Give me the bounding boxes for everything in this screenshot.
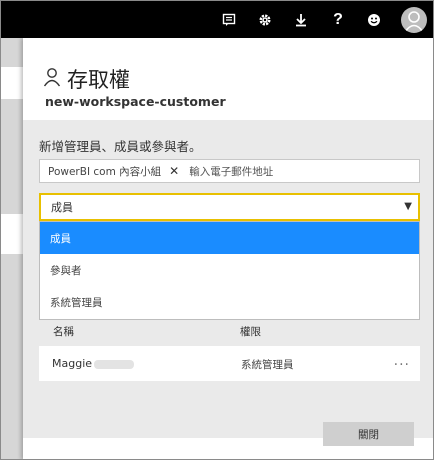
person-icon <box>43 67 61 91</box>
member-permission: 系統管理員 <box>241 359 294 371</box>
background-row <box>1 214 23 254</box>
access-form: 新增管理員、成員或參與者。 PowerBI com 內容小組 ✕ 輸入電子郵件地… <box>23 120 433 438</box>
top-header-bar: ? <box>1 1 433 38</box>
panel-title-row: 存取權 <box>43 64 130 94</box>
role-option-contributor[interactable]: 參與者 <box>40 254 419 286</box>
email-chip: PowerBI com 內容小組 <box>48 165 162 178</box>
panel-title: 存取權 <box>67 68 130 92</box>
role-option-admin[interactable]: 系統管理員 <box>40 286 419 318</box>
download-icon <box>295 13 307 27</box>
background-page <box>1 38 23 459</box>
account-button[interactable] <box>396 1 432 38</box>
gear-icon <box>258 13 272 27</box>
chevron-down-icon: ▼ <box>404 201 412 212</box>
access-panel: 存取權 new-workspace-customer 新增管理員、成員或參與者。… <box>23 38 433 459</box>
role-select-value: 成員 <box>51 201 73 214</box>
download-button[interactable] <box>283 1 319 38</box>
add-members-label: 新增管理員、成員或參與者。 <box>39 139 202 154</box>
workspace-name: new-workspace-customer <box>45 94 226 109</box>
help-button[interactable]: ? <box>320 1 356 38</box>
window: ? 存取權 new-workspace-customer 新增管理員、成員或參與… <box>0 0 434 460</box>
feedback-button[interactable] <box>211 1 247 38</box>
smiley-icon <box>367 13 381 27</box>
close-button[interactable]: 關閉 <box>323 422 414 446</box>
more-options-button[interactable]: ... <box>394 353 410 369</box>
user-avatar-icon <box>401 6 427 33</box>
role-dropdown-list: 成員 參與者 系統管理員 <box>39 221 420 320</box>
feedback-smiley-button[interactable] <box>356 1 392 38</box>
feedback-icon <box>222 13 236 27</box>
role-option-member[interactable]: 成員 <box>40 222 419 254</box>
redacted-text <box>94 359 135 369</box>
background-row <box>1 67 23 99</box>
column-header-name: 名稱 <box>53 326 74 338</box>
remove-chip-button[interactable]: ✕ <box>169 164 179 178</box>
email-placeholder: 輸入電子郵件地址 <box>189 165 274 178</box>
email-input[interactable]: PowerBI com 內容小組 ✕ 輸入電子郵件地址 <box>39 159 420 183</box>
member-name: Maggie <box>52 357 135 370</box>
settings-button[interactable] <box>247 1 283 38</box>
role-select[interactable]: 成員 ▼ <box>39 193 420 221</box>
column-header-permission: 權限 <box>240 326 261 338</box>
member-name-text: Maggie <box>52 357 93 370</box>
table-row: Maggie 系統管理員 ... <box>39 346 420 381</box>
help-icon: ? <box>333 10 343 28</box>
